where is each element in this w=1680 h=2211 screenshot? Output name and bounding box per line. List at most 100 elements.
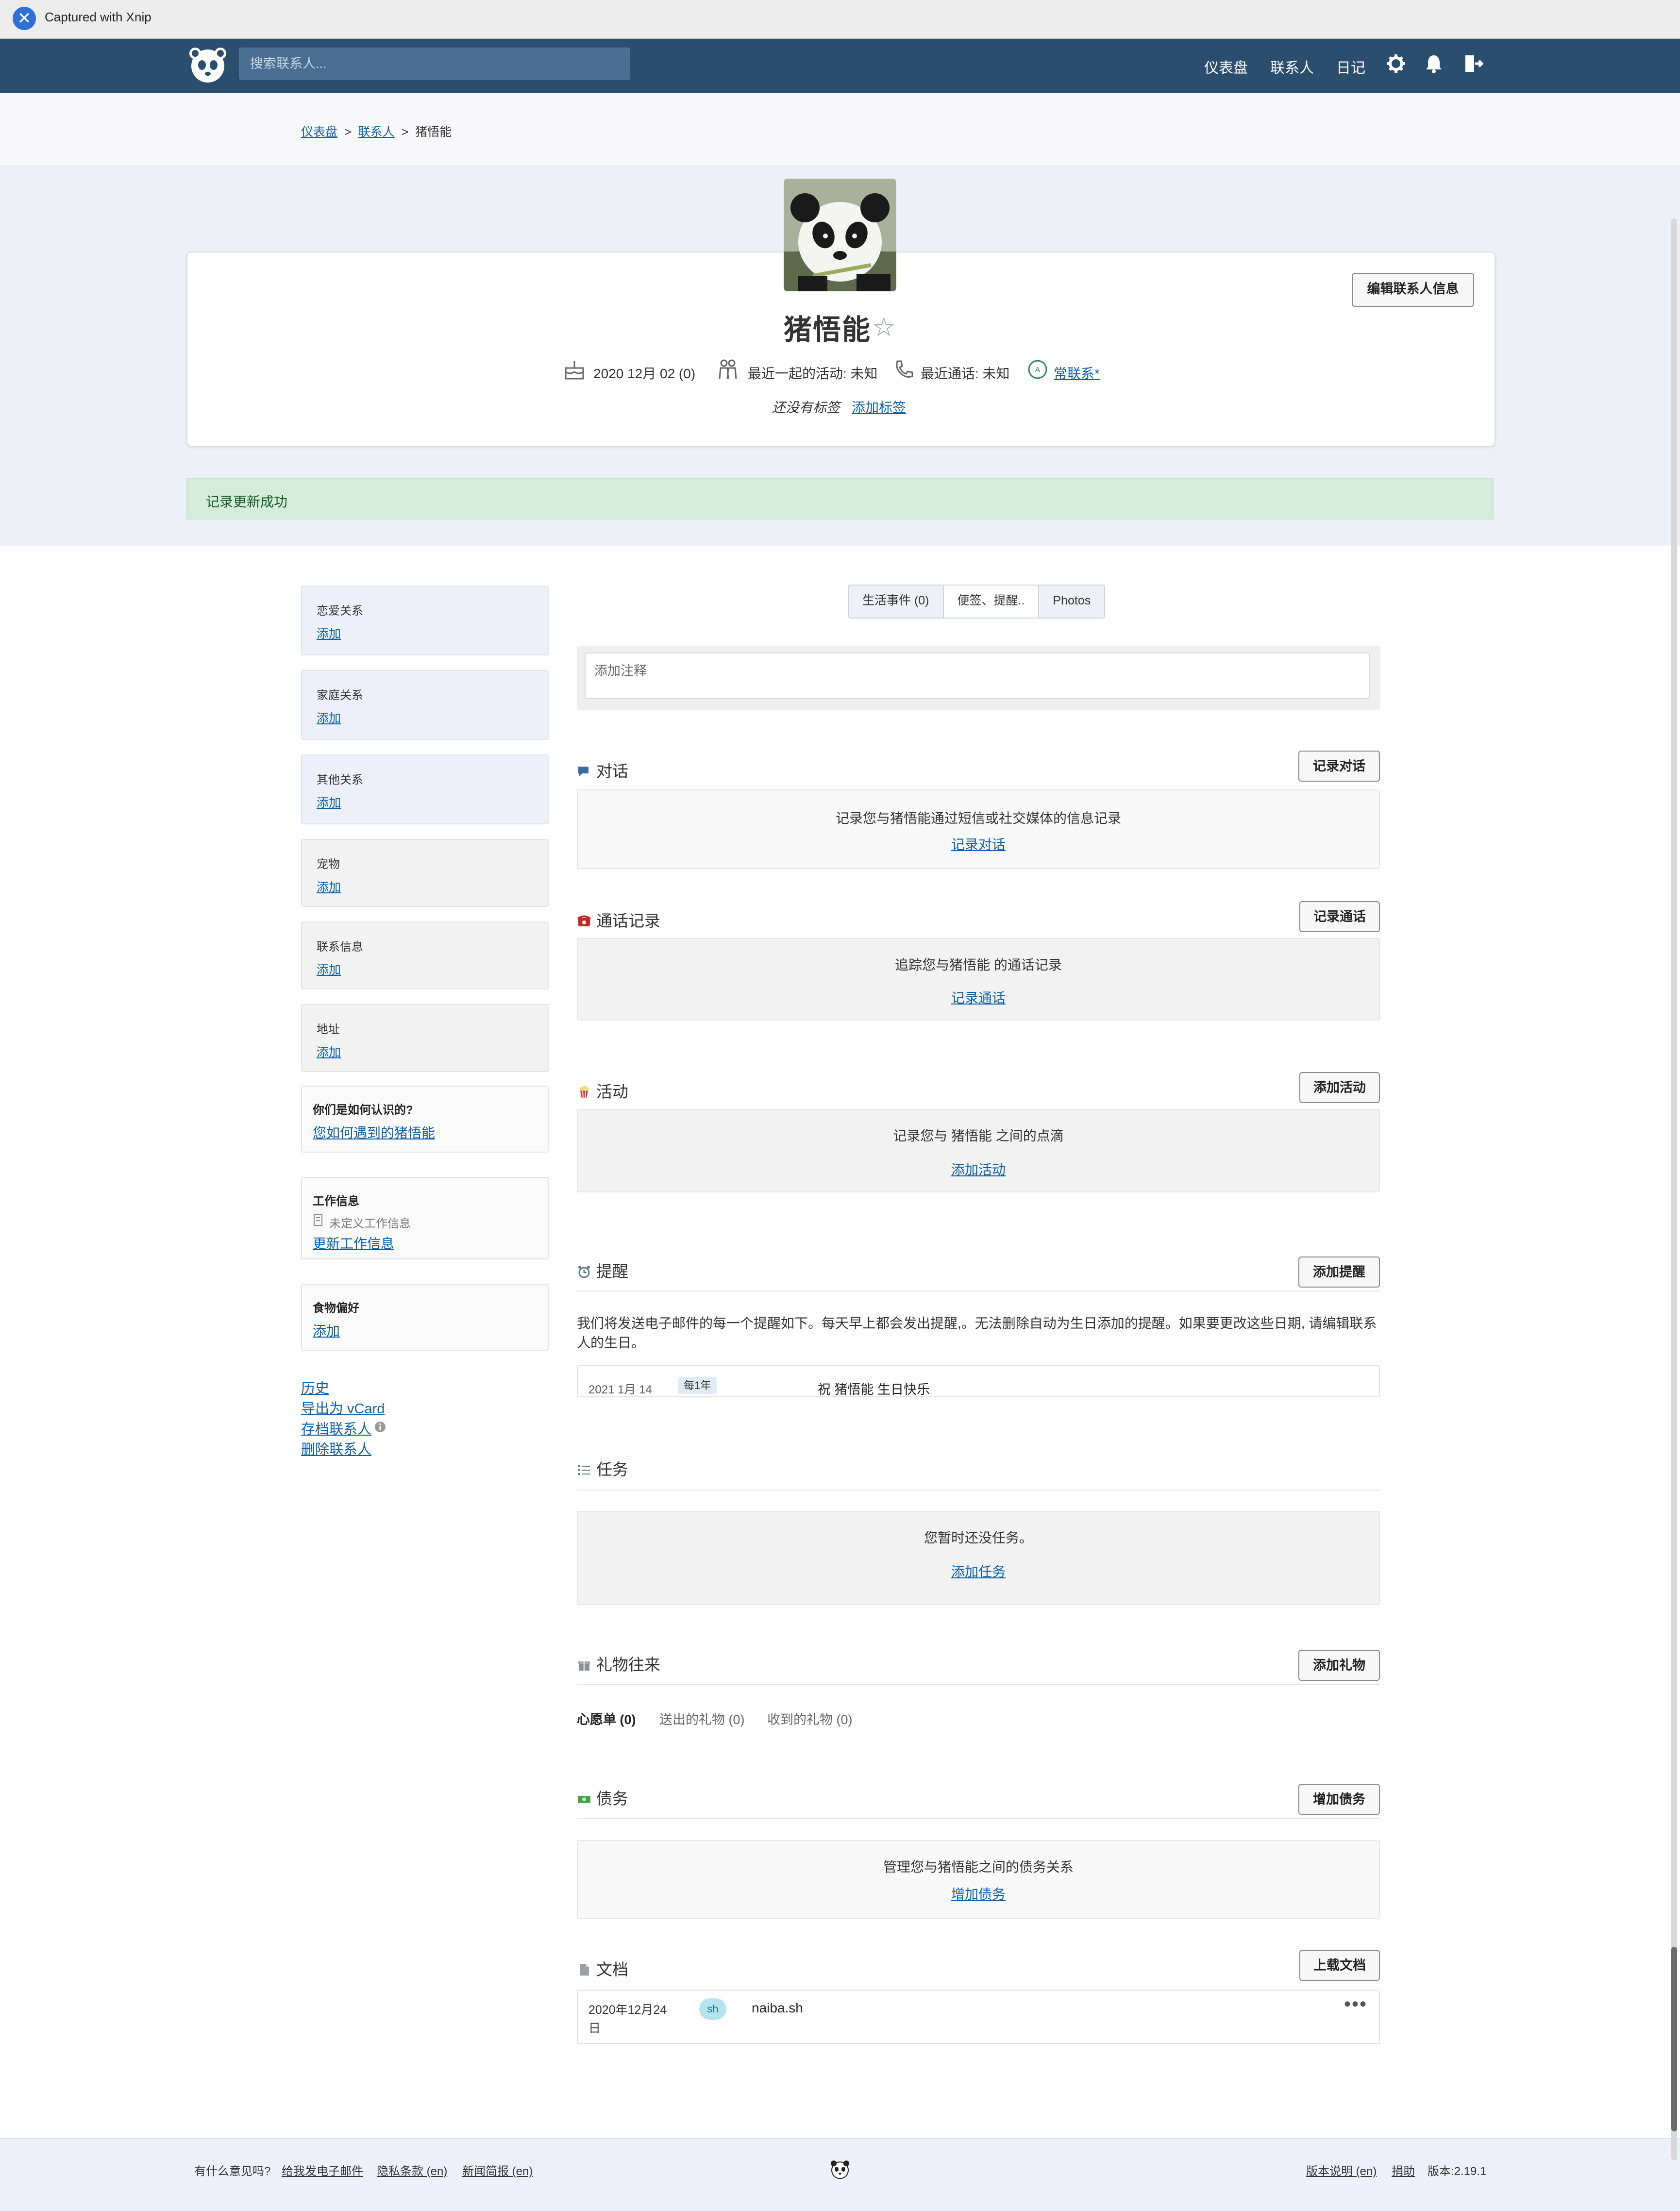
birthday-cake-icon	[565, 361, 584, 380]
monica-logo-icon[interactable]	[187, 45, 228, 85]
document-name[interactable]: naiba.sh	[752, 2000, 803, 2016]
tab-life-events[interactable]: 生活事件 (0)	[849, 586, 944, 618]
sidebar-how-met: 你们是如何认识的? 您如何遇到的猪悟能	[301, 1086, 549, 1153]
nav-contacts-link[interactable]: 联系人	[1270, 56, 1314, 77]
gift-tab-wishlist[interactable]: 心愿单 (0)	[577, 1709, 636, 1728]
footer-donate-link[interactable]: 捐助	[1392, 2161, 1415, 2178]
document-type-badge: sh	[699, 1998, 726, 2020]
svg-text:A: A	[1035, 366, 1041, 374]
calls-empty: 追踪您与猪悟能 的通话记录 记录通话	[577, 938, 1380, 1021]
section-label: 恋爱关系	[317, 604, 363, 618]
gifts-heading: 礼物往来	[577, 1652, 660, 1675]
add-food-link[interactable]: 添加	[313, 1321, 340, 1340]
add-gift-button[interactable]: 添加礼物	[1298, 1650, 1380, 1681]
update-work-link[interactable]: 更新工作信息	[313, 1233, 394, 1253]
reminder-date: 2021 1月 14	[588, 1383, 652, 1396]
info-icon[interactable]	[374, 1421, 386, 1433]
food-title: 食物偏好	[313, 1302, 359, 1315]
breadcrumb-contacts[interactable]: 联系人	[358, 125, 395, 139]
tab-notes-reminders[interactable]: 便签、提醒..	[943, 586, 1040, 618]
tab-photos[interactable]: Photos	[1039, 586, 1105, 618]
scrollbar-track[interactable]	[1671, 218, 1677, 2161]
sidebar-family-relationship: 家庭关系 添加	[301, 670, 549, 740]
work-undefined-text: 未定义工作信息	[329, 1217, 411, 1230]
log-conversation-button[interactable]: 记录对话	[1298, 751, 1380, 782]
add-address-link[interactable]: 添加	[317, 1043, 341, 1060]
reminders-title: 提醒	[596, 1262, 628, 1280]
gift-tab-received[interactable]: 收到的礼物 (0)	[767, 1709, 853, 1728]
bell-icon[interactable]	[1422, 51, 1446, 76]
xnip-logo-icon: ✕	[13, 7, 36, 30]
note-container: 添加注释	[577, 646, 1380, 710]
calls-heading: 通话记录	[577, 908, 660, 931]
log-call-button[interactable]: 记录通话	[1299, 901, 1380, 932]
sidebar-other-relationship: 其他关系 添加	[301, 754, 549, 824]
panda-photo	[784, 179, 896, 291]
search-input[interactable]: 搜索联系人...	[239, 48, 630, 80]
gear-icon[interactable]	[1384, 51, 1408, 76]
reminder-row[interactable]: 2021 1月 14 每1年 祝 猪悟能 生日快乐	[577, 1365, 1380, 1397]
edit-contact-button[interactable]: 编辑联系人信息	[1352, 273, 1474, 307]
nav-dashboard-link[interactable]: 仪表盘	[1204, 56, 1248, 77]
breadcrumb-dashboard[interactable]: 仪表盘	[301, 125, 337, 139]
conversations-empty-text: 记录您与猪悟能通过短信或社交媒体的信息记录	[835, 811, 1121, 826]
no-tags-text: 还没有标签	[772, 400, 840, 415]
log-call-link[interactable]: 记录通话	[578, 988, 1379, 1007]
export-vcard-link[interactable]: 导出为 vCard	[301, 1397, 385, 1418]
add-tag-link[interactable]: 添加标签	[852, 397, 906, 417]
capture-titlebar: ✕ Captured with Xnip	[0, 0, 1680, 39]
page-footer: 有什么意见吗? 给我发电子邮件 隐私条款 (en) 新闻简报 (en) 版本说明…	[0, 2138, 1680, 2211]
delete-contact-link[interactable]: 删除联系人	[301, 1438, 371, 1458]
footer-newsletter-link[interactable]: 新闻简报 (en)	[462, 2161, 533, 2178]
breadcrumb: 仪表盘 > 联系人 > 猪悟能	[301, 125, 452, 139]
more-options-icon[interactable]: •••	[1344, 1993, 1367, 2015]
add-activity-button[interactable]: 添加活动	[1299, 1072, 1380, 1103]
gifts-title: 礼物往来	[596, 1656, 660, 1674]
upload-document-button[interactable]: 上载文档	[1299, 1950, 1380, 1981]
section-label: 家庭关系	[317, 689, 363, 702]
tasks-title: 任务	[596, 1460, 628, 1478]
nav-journal-link[interactable]: 日记	[1336, 56, 1365, 77]
logout-icon[interactable]	[1461, 51, 1485, 76]
footer-question: 有什么意见吗?	[194, 2165, 271, 2178]
add-reminder-button[interactable]: 添加提醒	[1298, 1256, 1380, 1288]
contact-name: 猪悟能	[784, 314, 872, 346]
section-label: 联系信息	[317, 940, 363, 954]
document-date: 2020年12月24	[588, 2003, 667, 2017]
alert-message: 记录更新成功	[206, 494, 288, 509]
add-family-link[interactable]: 添加	[317, 709, 341, 726]
log-conversation-link[interactable]: 记录对话	[578, 834, 1379, 854]
document-row[interactable]: 2020年12月24 日 sh naiba.sh •••	[577, 1990, 1380, 2044]
frequency-link[interactable]: 常联系*	[1054, 363, 1100, 383]
footer-privacy-link[interactable]: 隐私条款 (en)	[377, 2161, 447, 2178]
footer-email-link[interactable]: 给我发电子邮件	[282, 2161, 363, 2178]
add-activity-link[interactable]: 添加活动	[578, 1159, 1379, 1179]
reminder-frequency-badge: 每1年	[678, 1377, 717, 1394]
add-debt-link[interactable]: 增加债务	[578, 1884, 1379, 1903]
how-met-link[interactable]: 您如何遇到的猪悟能	[313, 1122, 435, 1142]
work-info-title: 工作信息	[313, 1195, 359, 1208]
avatar[interactable]	[784, 179, 896, 291]
calls-title: 通话记录	[596, 912, 660, 930]
debts-title: 债务	[596, 1790, 628, 1808]
last-call-text: 最近通话: 未知	[921, 366, 1010, 381]
add-contact-info-link[interactable]: 添加	[317, 960, 341, 978]
note-textarea[interactable]: 添加注释	[585, 653, 1370, 699]
history-link[interactable]: 历史	[301, 1377, 329, 1397]
sidebar-romantic-relationship: 恋爱关系 添加	[301, 586, 549, 655]
add-debt-button[interactable]: 增加债务	[1298, 1784, 1380, 1815]
add-task-link[interactable]: 添加任务	[578, 1561, 1379, 1581]
footer-release-link[interactable]: 版本说明 (en)	[1306, 2161, 1377, 2178]
reminders-description: 我们将发送电子邮件的每一个提醒如下。每天早上都会发出提醒,。无法删除自动为生日添…	[577, 1316, 1377, 1350]
debts-divider	[577, 1818, 1380, 1819]
scrollbar-thumb[interactable]	[1671, 1947, 1677, 2131]
add-other-link[interactable]: 添加	[317, 793, 341, 811]
add-romantic-link[interactable]: 添加	[317, 624, 341, 642]
archive-contact-link[interactable]: 存档联系人	[301, 1418, 371, 1438]
favorite-star-icon[interactable]: ☆	[872, 312, 895, 342]
birthday-text: 2020 12月 02 (0)	[593, 366, 696, 381]
sidebar-pets: 宠物 添加	[301, 839, 549, 907]
add-pet-link[interactable]: 添加	[317, 878, 341, 895]
documents-title: 文档	[596, 1960, 628, 1978]
gift-tab-given[interactable]: 送出的礼物 (0)	[659, 1709, 745, 1728]
